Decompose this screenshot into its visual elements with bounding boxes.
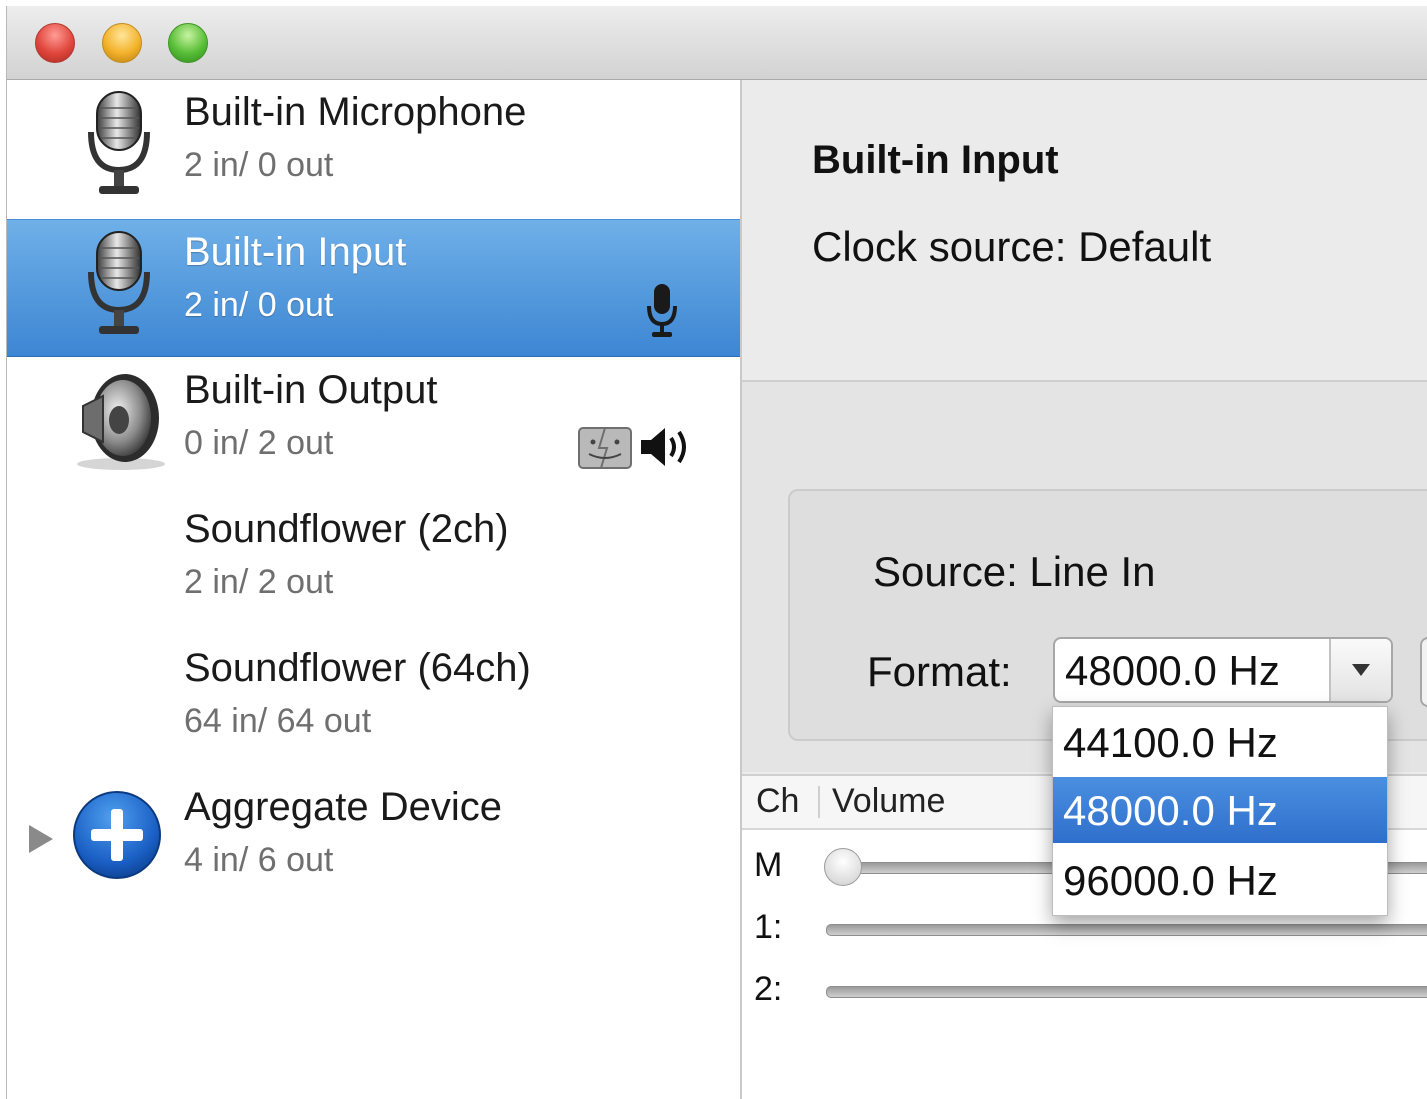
channel-2-volume-track bbox=[826, 986, 1427, 998]
plus-circle-icon bbox=[73, 791, 161, 879]
column-separator bbox=[818, 786, 820, 818]
channel-label-1: 1: bbox=[754, 908, 783, 946]
clock-source-label: Clock source: Default bbox=[812, 223, 1212, 270]
zoom-button[interactable] bbox=[168, 23, 208, 63]
format-option-48000[interactable]: 48000.0 Hz bbox=[1053, 777, 1387, 843]
device-item-soundflower-64ch[interactable]: Soundflower (64ch) 64 in/ 64 out bbox=[7, 636, 740, 774]
source-label: Source: Line In bbox=[873, 548, 1156, 595]
device-detail-header: Built-in Input Clock source: Default bbox=[742, 80, 1427, 382]
device-io-count: 64 in/ 64 out bbox=[184, 702, 372, 740]
device-name: Built-in Microphone bbox=[184, 90, 527, 134]
device-name: Soundflower (64ch) bbox=[184, 646, 531, 690]
format-label: Format: bbox=[867, 648, 1012, 695]
format-select[interactable]: 48000.0 Hz bbox=[1053, 637, 1393, 703]
device-item-built-in-output[interactable]: Built-in Output 0 in/ 2 out bbox=[7, 358, 740, 496]
disclosure-triangle-icon[interactable] bbox=[29, 825, 53, 853]
channel-label-master: M bbox=[754, 846, 783, 884]
format-option-label: 44100.0 Hz bbox=[1063, 719, 1278, 766]
format-option-96000[interactable]: 96000.0 Hz bbox=[1053, 847, 1387, 913]
device-io-count: 2 in/ 0 out bbox=[184, 286, 334, 324]
device-io-count: 2 in/ 2 out bbox=[184, 563, 334, 601]
channel-1-volume-track bbox=[826, 924, 1427, 936]
device-item-aggregate-device[interactable]: Aggregate Device 4 in/ 6 out bbox=[7, 775, 740, 913]
device-item-soundflower-2ch[interactable]: Soundflower (2ch) 2 in/ 2 out bbox=[7, 497, 740, 635]
speaker-icon bbox=[77, 374, 165, 470]
microphone-icon bbox=[88, 231, 150, 334]
minimize-button[interactable] bbox=[102, 23, 142, 63]
device-item-built-in-microphone[interactable]: Built-in Microphone 2 in/ 0 out bbox=[7, 80, 740, 218]
chevron-down-icon[interactable] bbox=[1329, 639, 1391, 701]
microphone-icon bbox=[88, 91, 150, 194]
default-output-speaker-icon bbox=[641, 428, 686, 466]
device-io-count: 4 in/ 6 out bbox=[184, 841, 334, 879]
device-name: Built-in Output bbox=[184, 368, 438, 412]
close-button[interactable] bbox=[35, 23, 75, 63]
device-list: Built-in Microphone 2 in/ 0 out Built-in… bbox=[7, 80, 742, 1099]
format-option-44100[interactable]: 44100.0 Hz bbox=[1053, 709, 1387, 775]
column-header-volume: Volume bbox=[832, 782, 946, 820]
default-input-mic-icon bbox=[647, 284, 677, 337]
device-io-count: 2 in/ 0 out bbox=[184, 146, 334, 184]
device-name: Soundflower (2ch) bbox=[184, 507, 509, 551]
master-volume-knob[interactable] bbox=[824, 848, 862, 886]
column-header-ch: Ch bbox=[756, 782, 800, 820]
channel-format-select[interactable] bbox=[1420, 637, 1427, 707]
title-bar bbox=[7, 6, 1427, 80]
channel-label-2: 2: bbox=[754, 970, 783, 1008]
format-select-value: 48000.0 Hz bbox=[1065, 647, 1280, 694]
format-option-label: 48000.0 Hz bbox=[1063, 787, 1278, 834]
device-name: Built-in Input bbox=[184, 230, 407, 274]
format-option-label: 96000.0 Hz bbox=[1063, 857, 1278, 904]
finder-system-output-icon bbox=[578, 427, 632, 469]
device-name: Aggregate Device bbox=[184, 785, 502, 829]
format-dropdown-menu: 44100.0 Hz 48000.0 Hz 96000.0 Hz bbox=[1052, 706, 1388, 916]
device-io-count: 0 in/ 2 out bbox=[184, 424, 334, 462]
audio-midi-setup-window: Built-in Microphone 2 in/ 0 out Built-in… bbox=[6, 6, 1427, 1099]
device-item-built-in-input[interactable]: Built-in Input 2 in/ 0 out bbox=[7, 219, 740, 357]
device-title: Built-in Input bbox=[812, 138, 1059, 182]
input-format-group: Source: Line In Format: 48000.0 Hz bbox=[788, 489, 1427, 741]
